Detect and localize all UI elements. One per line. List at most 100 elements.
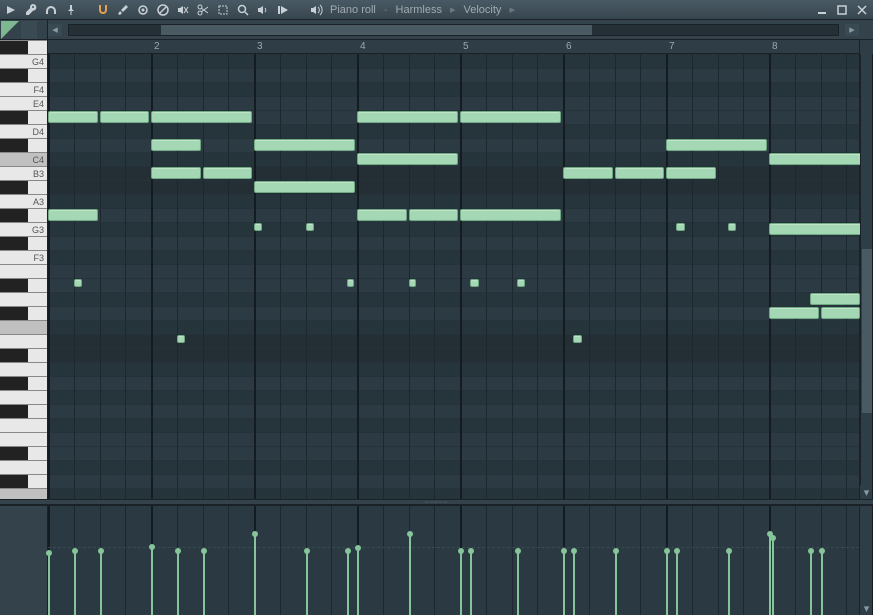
zoom-icon[interactable] [236,3,250,17]
velocity-stem[interactable] [177,551,179,615]
piano-key[interactable]: G3 [0,222,47,236]
piano-key[interactable] [0,460,47,474]
piano-key[interactable] [0,334,47,348]
piano-key[interactable]: G4 [0,54,47,68]
velocity-stem[interactable] [517,551,519,615]
piano-key[interactable]: A3 [0,194,47,208]
velocity-stem[interactable] [254,534,256,615]
velocity-stem[interactable] [48,553,50,615]
velocity-stem[interactable] [573,551,575,615]
midi-note[interactable] [357,111,458,123]
midi-note[interactable] [676,223,684,231]
piano-key[interactable] [0,404,47,418]
piano-key[interactable]: B3 [0,166,47,180]
midi-note[interactable] [666,139,767,151]
piano-key[interactable]: D4 [0,124,47,138]
velocity-stem[interactable] [460,551,462,615]
midi-note[interactable] [74,279,82,287]
midi-note[interactable] [357,209,407,221]
piano-key[interactable] [0,418,47,432]
piano-key[interactable] [0,432,47,446]
piano-key[interactable] [0,278,47,292]
hscrollbar[interactable] [68,24,839,36]
midi-note[interactable] [100,111,150,123]
piano-key[interactable]: E4 [0,96,47,110]
midi-note[interactable] [810,293,860,305]
velocity-stem[interactable] [306,551,308,615]
midi-note[interactable] [517,279,525,287]
vscrollbar[interactable] [860,54,872,485]
wrench-icon[interactable] [24,3,38,17]
velocity-stem[interactable] [615,551,617,615]
title-param[interactable]: Velocity [464,4,502,16]
velocity-stem[interactable] [100,551,102,615]
velocity-stem[interactable] [769,534,771,615]
play-icon[interactable] [4,3,18,17]
piano-key[interactable] [0,376,47,390]
scissors-icon[interactable] [196,3,210,17]
piano-key[interactable] [0,320,47,334]
velocity-stem[interactable] [772,538,774,615]
piano-key[interactable] [0,110,47,124]
piano-key[interactable] [0,446,47,460]
piano-key[interactable] [0,208,47,222]
velocity-stem[interactable] [728,551,730,615]
midi-note[interactable] [460,111,561,123]
piano-key[interactable] [0,488,47,499]
midi-note[interactable] [48,111,98,123]
midi-note[interactable] [728,223,736,231]
midi-note[interactable] [151,167,201,179]
midi-note[interactable] [573,335,581,343]
piano-key[interactable] [0,264,47,278]
midi-note[interactable] [151,139,201,151]
piano-key[interactable] [0,138,47,152]
piano-key[interactable]: F3 [0,250,47,264]
maximize-icon[interactable] [835,3,849,17]
midi-note[interactable] [666,167,716,179]
hscroll-thumb[interactable] [161,25,592,35]
midi-note[interactable] [151,111,252,123]
timeline-ruler[interactable]: 23456789 [48,40,859,54]
piano-key[interactable] [0,362,47,376]
minimize-icon[interactable] [815,3,829,17]
close-icon[interactable] [855,3,869,17]
mute-icon[interactable] [176,3,190,17]
piano-key[interactable] [0,68,47,82]
midi-note[interactable] [48,209,98,221]
midi-note[interactable] [177,335,185,343]
piano-key[interactable] [0,390,47,404]
hscroll-right[interactable]: ▸ [845,24,859,36]
brush-icon[interactable] [116,3,130,17]
velocity-grid[interactable] [48,506,859,615]
piano-key[interactable] [0,180,47,194]
piano-key[interactable] [0,292,47,306]
midi-note[interactable] [460,209,561,221]
piano-key[interactable] [0,236,47,250]
corner-tools[interactable] [0,20,48,40]
hscroll-left[interactable]: ◂ [48,24,62,36]
midi-note[interactable] [254,139,355,151]
stamp-icon[interactable] [136,3,150,17]
midi-note[interactable] [769,153,870,165]
piano-key[interactable] [0,474,47,488]
magnet-icon[interactable] [96,3,110,17]
midi-note[interactable] [203,167,253,179]
select-icon[interactable] [216,3,230,17]
velocity-stem[interactable] [676,551,678,615]
midi-note[interactable] [409,279,416,287]
playback-icon[interactable] [276,3,290,17]
velocity-stem[interactable] [74,551,76,615]
velocity-stem[interactable] [357,548,359,615]
velocity-stem[interactable] [409,534,411,615]
piano-key[interactable]: F4 [0,82,47,96]
midi-note[interactable] [615,167,665,179]
midi-note[interactable] [769,223,870,235]
cancel-icon[interactable] [156,3,170,17]
midi-note[interactable] [347,279,354,287]
velocity-stem[interactable] [470,551,472,615]
piano-keys[interactable]: G4F4E4D4C4B3A3G3F3 [0,40,48,499]
midi-note[interactable] [470,279,478,287]
speaker-icon[interactable] [256,3,270,17]
midi-note[interactable] [306,223,314,231]
headphones-icon[interactable] [44,3,58,17]
